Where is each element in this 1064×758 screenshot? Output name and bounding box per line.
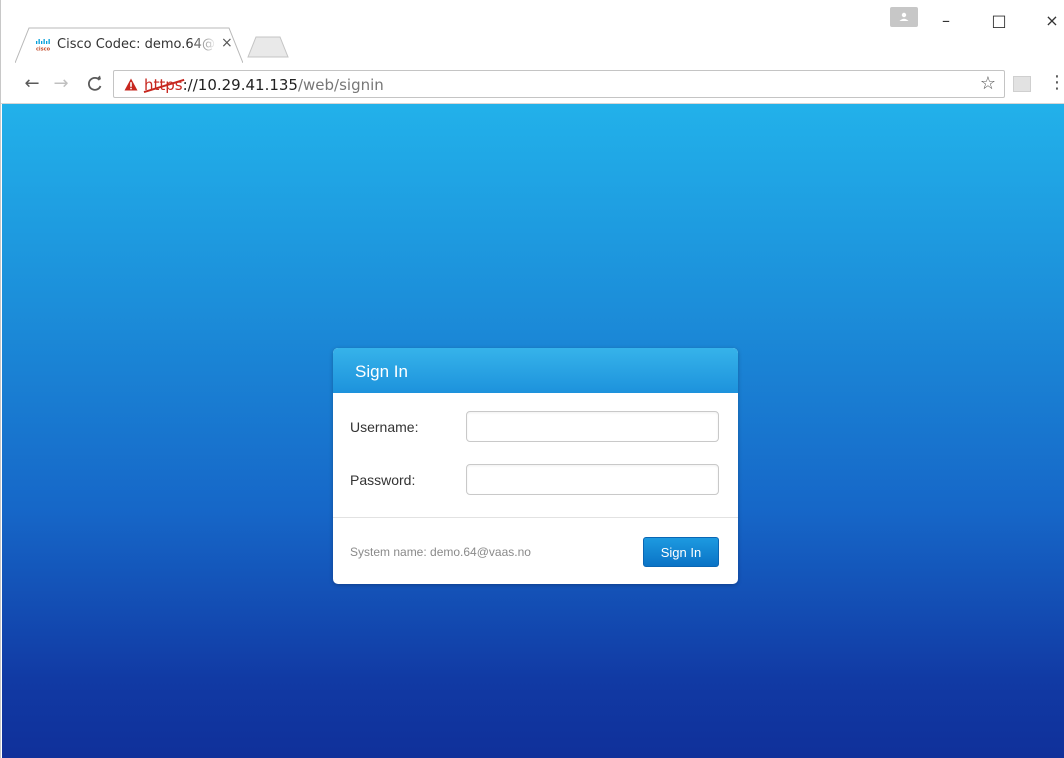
minimize-button[interactable]: – <box>935 10 957 32</box>
username-label: Username: <box>350 419 419 435</box>
browser-window: cisco Cisco Codec: demo.64@ × – □ × ← → <box>0 0 1064 758</box>
browser-tab[interactable]: cisco Cisco Codec: demo.64@ × <box>15 27 243 63</box>
url-path: /web/signin <box>297 76 384 94</box>
profile-button[interactable] <box>890 7 918 27</box>
reload-button[interactable] <box>84 73 106 95</box>
url-text: https://10.29.41.135/web/signin <box>144 76 384 94</box>
user-avatar-icon <box>899 12 909 21</box>
signin-dialog: Sign In Username: Password: System name:… <box>333 348 738 584</box>
extension-icon[interactable] <box>1013 76 1031 92</box>
url-host: ://10.29.41.135 <box>182 76 298 94</box>
forward-button[interactable]: → <box>50 73 72 95</box>
signin-header: Sign In <box>333 348 738 393</box>
svg-text:cisco: cisco <box>36 47 51 52</box>
menu-dots-icon[interactable]: ⋮ <box>1048 74 1064 96</box>
not-secure-warning-icon <box>124 78 138 91</box>
address-bar[interactable]: https://10.29.41.135/web/signin ☆ <box>113 70 1005 98</box>
title-bar: cisco Cisco Codec: demo.64@ × – □ × <box>1 0 1064 64</box>
username-input[interactable] <box>466 411 719 442</box>
back-button[interactable]: ← <box>21 73 43 95</box>
bookmark-star-icon[interactable]: ☆ <box>980 73 996 94</box>
cisco-logo-icon: cisco <box>36 39 51 52</box>
signin-title: Sign In <box>355 362 408 381</box>
browser-toolbar: ← → https://10.29.41.135/web/signin ☆ ⋮ <box>1 64 1064 104</box>
password-input[interactable] <box>466 464 719 495</box>
tab-close-icon[interactable]: × <box>221 35 233 51</box>
maximize-button[interactable]: □ <box>988 10 1010 32</box>
close-window-button[interactable]: × <box>1041 10 1063 32</box>
system-name-text: System name: demo.64@vaas.no <box>350 545 531 559</box>
password-label: Password: <box>350 472 416 488</box>
divider <box>333 517 738 518</box>
tab-title-fade <box>191 33 217 55</box>
page-background: Sign In Username: Password: System name:… <box>2 104 1064 758</box>
reload-icon <box>88 75 102 91</box>
signin-button[interactable]: Sign In <box>643 537 719 567</box>
new-tab-button[interactable] <box>247 36 289 58</box>
url-scheme: https <box>144 76 183 94</box>
